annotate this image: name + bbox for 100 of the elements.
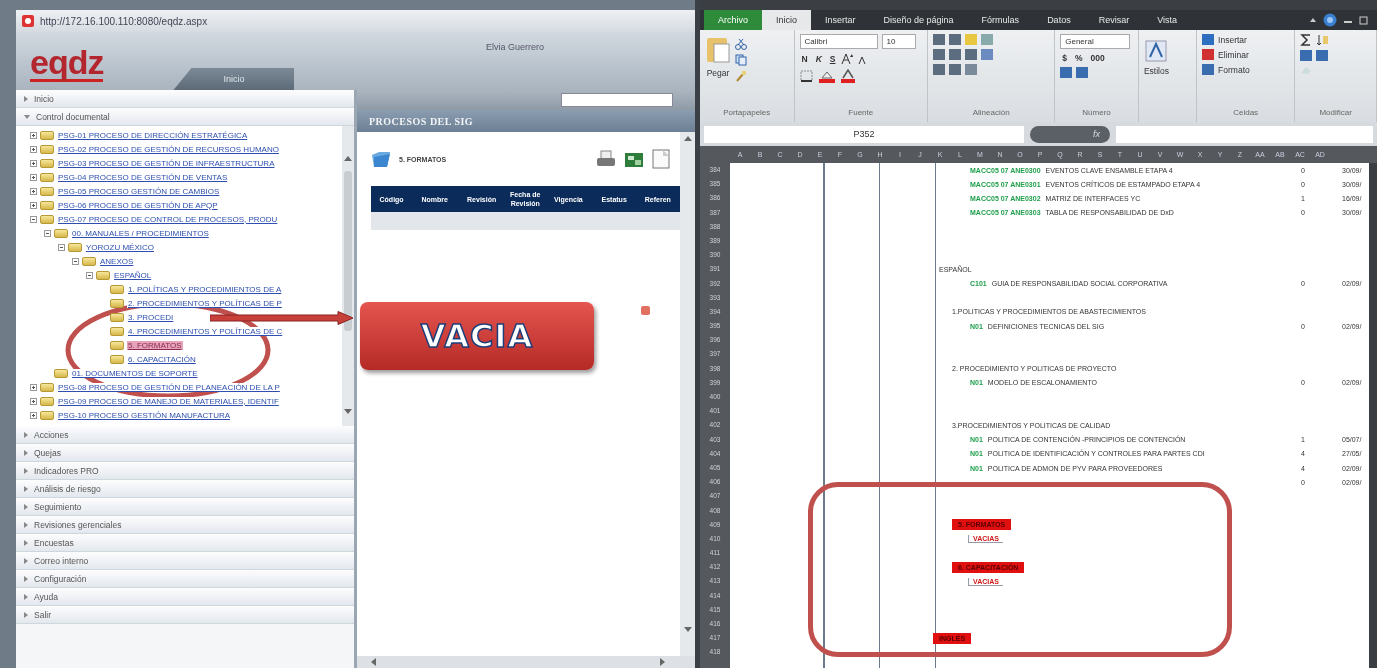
sum-icon[interactable] <box>1300 34 1313 46</box>
expand-icon[interactable] <box>30 173 37 181</box>
tree-item[interactable]: 1. POLÍTICAS Y PROCEDIMIENTOS DE A <box>127 284 283 294</box>
tree-item[interactable]: 2. PROCEDIMIENTOS Y POLÍTICAS DE P <box>127 298 283 308</box>
expand-icon[interactable] <box>30 145 37 153</box>
italic-button[interactable]: K <box>813 54 824 64</box>
expand-icon[interactable] <box>30 187 37 195</box>
format-dropdown[interactable]: General <box>1060 34 1131 49</box>
border-icon[interactable] <box>799 70 814 82</box>
ribbon-tab[interactable]: Fórmulas <box>967 10 1034 30</box>
accordion-item[interactable]: Configuración <box>16 570 354 588</box>
accordion-item[interactable]: Indicadores PRO <box>16 462 354 480</box>
insert-button[interactable]: Insertar <box>1202 34 1250 45</box>
tree-item[interactable]: PSG-06 PROCESO DE GESTIÓN DE APQP <box>57 200 219 210</box>
expand-icon[interactable] <box>30 201 37 209</box>
ribbon-tab[interactable]: Diseño de página <box>869 10 968 30</box>
tree-item[interactable]: PSG-04 PROCESO DE GESTIÓN DE VENTAS <box>57 172 229 182</box>
folder-icon <box>110 312 124 322</box>
tree-item[interactable]: 6. CAPACITACIÓN <box>127 354 197 364</box>
accordion-item[interactable]: Revisiones gerenciales <box>16 516 354 534</box>
size-dropdown[interactable]: 10 <box>881 34 916 49</box>
accordion-item[interactable]: Correo interno <box>16 552 354 570</box>
styles-button[interactable]: Estilos <box>1143 40 1169 108</box>
copy-icon[interactable] <box>735 54 747 66</box>
expand-icon[interactable] <box>30 383 37 391</box>
accordion-item[interactable]: Quejas <box>16 444 354 462</box>
tree-item[interactable]: PSG-08 PROCESO DE GESTIÓN DE PLANEACIÓN DE LA P <box>57 382 281 392</box>
nav-tab[interactable]: Inicio <box>173 68 295 90</box>
bold-button[interactable]: N <box>799 54 810 64</box>
help-icon[interactable] <box>1323 13 1337 27</box>
font-color-icon[interactable] <box>839 69 856 83</box>
ribbon-tab[interactable]: Datos <box>1033 10 1085 30</box>
tree-item[interactable]: 5. FORMATOS <box>127 340 183 350</box>
address-bar[interactable]: http://172.16.100.110:8080/eqdz.aspx <box>16 10 695 32</box>
accordion-item[interactable]: Ayuda <box>16 588 354 606</box>
caret-icon[interactable] <box>1309 16 1317 24</box>
tree-item[interactable]: 00. MANUALES / PROCEDIMIENTOS <box>71 228 210 238</box>
currency-button[interactable]: $ <box>1060 53 1069 63</box>
accordion-item[interactable]: Encuestas <box>16 534 354 552</box>
expand-icon[interactable] <box>30 411 37 419</box>
user-name: Elvia Guerrero <box>486 42 545 52</box>
expand-icon[interactable] <box>30 159 37 167</box>
fill-color-icon[interactable] <box>817 69 836 83</box>
folder-icon <box>82 256 96 266</box>
tree-item[interactable]: YOROZU MÉXICO <box>85 242 155 252</box>
tree-item[interactable]: 01. DOCUMENTOS DE SOPORTE <box>71 368 199 378</box>
restore-icon[interactable] <box>1359 15 1369 25</box>
collapse-icon[interactable] <box>86 271 93 279</box>
ribbon-tab[interactable]: Revisar <box>1084 10 1144 30</box>
accordion-item[interactable]: Control documental <box>16 108 354 126</box>
format-button[interactable]: Formato <box>1202 64 1250 75</box>
collapse-icon[interactable] <box>58 243 65 251</box>
tree-item[interactable]: 3. PROCEDI <box>127 312 175 322</box>
thousands-button[interactable]: 000 <box>1088 53 1107 63</box>
folder-icon <box>54 228 68 238</box>
panel-title: PROCESOS DEL SIG <box>357 110 695 132</box>
accordion-item[interactable]: Análisis de riesgo <box>16 480 354 498</box>
function-button[interactable]: fx <box>1030 125 1110 143</box>
formula-field[interactable] <box>1116 125 1373 143</box>
percent-button[interactable]: % <box>1073 53 1085 63</box>
scissors-icon[interactable] <box>735 38 747 50</box>
folder-icon <box>110 340 124 350</box>
tree-item[interactable]: ESPAÑOL <box>113 270 153 280</box>
expand-icon[interactable] <box>30 397 37 405</box>
folder-icon <box>68 242 82 252</box>
tree-item[interactable]: PSG-05 PROCESO GESTIÓN DE CAMBIOS <box>57 186 221 196</box>
accordion-item[interactable]: Inicio <box>16 90 354 108</box>
ribbon-tab[interactable]: Insertar <box>811 10 870 30</box>
tree-item[interactable]: PSG-01 PROCESO DE DIRECCIÓN ESTRATÉGICA <box>57 130 249 140</box>
collapse-icon[interactable] <box>44 229 51 237</box>
tree-item[interactable]: PSG-03 PROCESO DE GESTIÓN DE INFRAESTRUCTURA <box>57 158 276 168</box>
accordion-item[interactable]: Salir <box>16 606 354 624</box>
expand-icon[interactable] <box>30 131 37 139</box>
tree-item[interactable]: PSG-02 PROCESO DE GESTIÓN DE RECURSOS HUMANO <box>57 144 280 154</box>
underline-button[interactable]: S <box>827 54 838 64</box>
callout-label: VACIA <box>360 302 594 370</box>
accordion-item[interactable]: Acciones <box>16 426 354 444</box>
grow-font-icon[interactable] <box>841 53 854 65</box>
tree-item[interactable]: ANEXOS <box>99 256 135 266</box>
folder-icon <box>40 200 54 210</box>
font-dropdown[interactable]: Calibri <box>799 34 878 49</box>
search-field[interactable] <box>561 93 673 107</box>
name-box[interactable]: P352 <box>704 125 1024 143</box>
print-icon[interactable] <box>596 149 616 169</box>
tree-item[interactable]: PSG-10 PROCESO GESTIÓN MANUFACTURA <box>57 410 232 420</box>
paste-button[interactable]: Pegar <box>705 34 731 108</box>
folder-icon <box>40 172 54 182</box>
brush-icon[interactable] <box>735 70 747 82</box>
tree-item[interactable]: 4. PROCEDIMIENTOS Y POLÍTICAS DE C <box>127 326 284 336</box>
tree-item[interactable]: PSG-07 PROCESO DE CONTROL DE PROCESOS, PRODU <box>57 214 279 224</box>
collapse-icon[interactable] <box>72 257 79 265</box>
tree-item[interactable]: PSG-09 PROCESO DE MANEJO DE MATERIALES, IDENTIF <box>57 396 280 406</box>
collapse-icon[interactable] <box>30 215 37 223</box>
delete-button[interactable]: Eliminar <box>1202 49 1250 60</box>
accordion-item[interactable]: Seguimiento <box>16 498 354 516</box>
ribbon-tab[interactable]: Archivo <box>704 10 762 30</box>
ribbon-tab[interactable]: Vista <box>1143 10 1191 30</box>
logo: eqdz <box>30 45 104 82</box>
sort-icon[interactable] <box>1316 34 1331 46</box>
ribbon-tab[interactable]: Inicio <box>762 10 812 30</box>
